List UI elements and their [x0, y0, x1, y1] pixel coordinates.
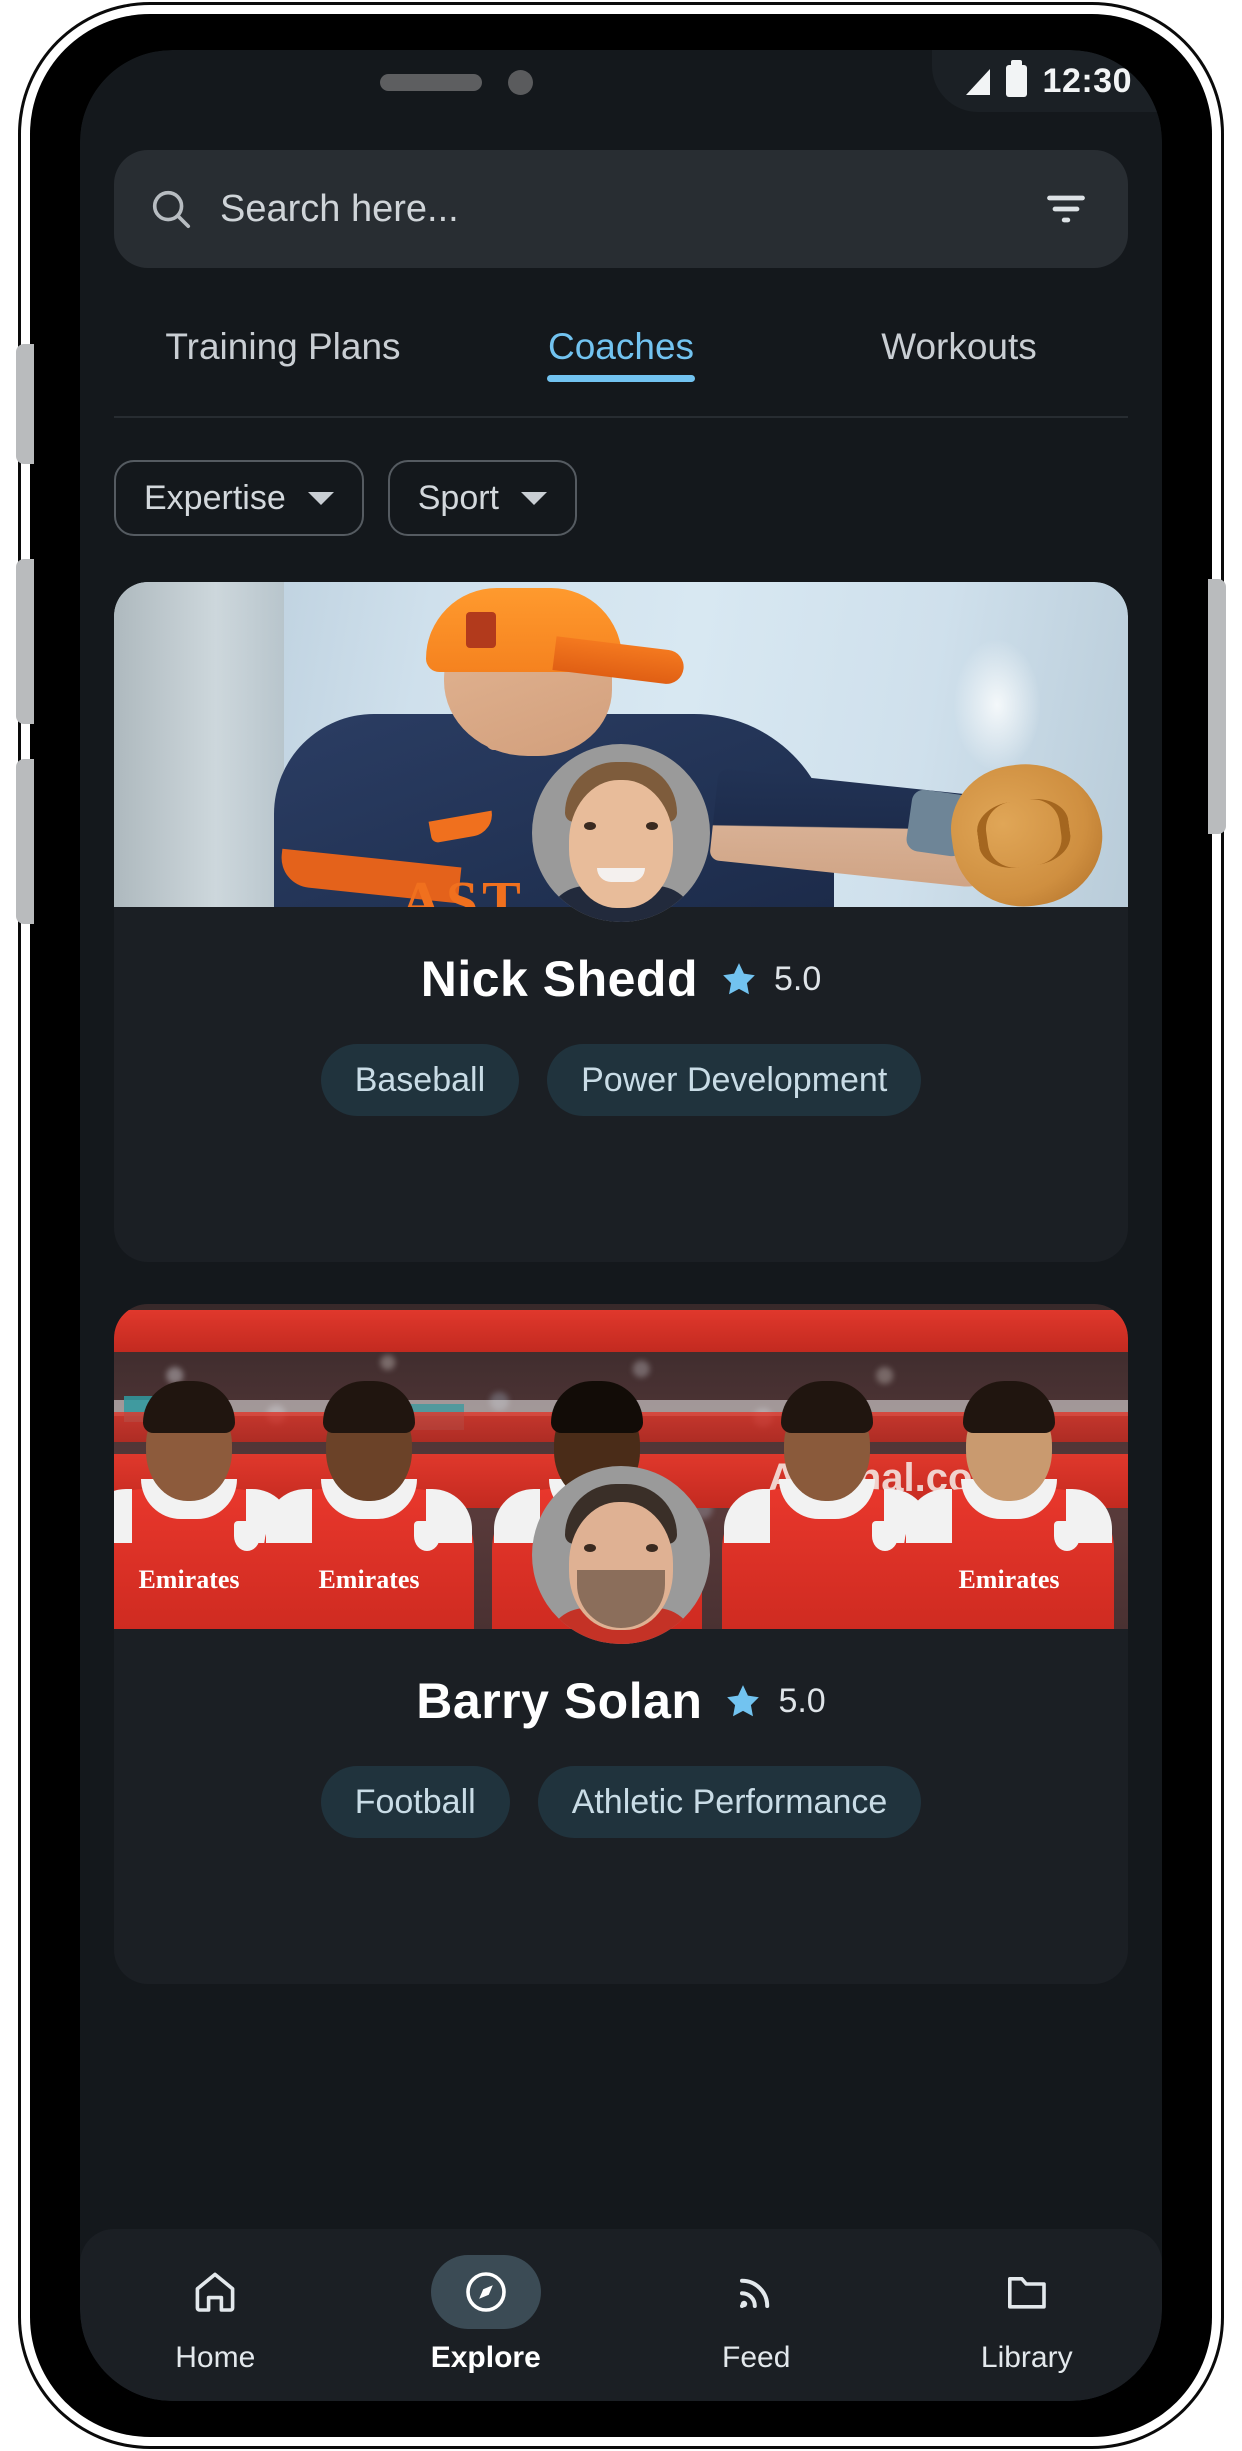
rss-icon	[740, 2278, 770, 2308]
filter-chip-expertise[interactable]: Expertise	[114, 460, 364, 536]
coach-name-row: Nick Shedd 5.0	[114, 950, 1128, 1008]
filter-chip-row: Expertise Sport	[114, 460, 577, 536]
earpiece-speaker	[380, 74, 482, 91]
coach-rating: 5.0	[778, 1681, 826, 1720]
tab-bar: Training Plans Coaches Workouts	[114, 320, 1128, 418]
filter-chip-sport-label: Sport	[417, 478, 499, 517]
filter-icon[interactable]	[1044, 192, 1088, 226]
signal-triangle-icon	[965, 69, 990, 95]
folder-icon	[1007, 2277, 1046, 2309]
coach-card[interactable]: AST Nick Shedd 5.0 Baseball Power Develo…	[114, 582, 1128, 1262]
coach-tag-row: Baseball Power Development	[114, 1044, 1128, 1116]
scroll-container[interactable]: Training Plans Coaches Workouts Expertis…	[80, 112, 1162, 2401]
nav-item-library[interactable]: Library	[892, 2255, 1163, 2375]
star-icon	[723, 963, 755, 995]
phone-screen: 12:30 Search here... Training Plans Coac…	[80, 50, 1162, 2401]
coach-tag-row: Football Athletic Performance	[114, 1766, 1128, 1838]
coach-card[interactable]: Arsenal.com Emirates Emirates Emirates B…	[114, 1304, 1128, 1984]
coach-name-row: Barry Solan 5.0	[114, 1672, 1128, 1730]
coach-tag[interactable]: Football	[320, 1766, 510, 1838]
app-root: 12:30 Search here... Training Plans Coac…	[80, 50, 1162, 2401]
avatar	[532, 744, 710, 922]
front-camera	[508, 70, 533, 95]
search-icon	[152, 190, 191, 229]
nav-item-library-label: Library	[980, 2341, 1073, 2374]
filter-chip-expertise-label: Expertise	[144, 478, 286, 517]
tab-coaches[interactable]: Coaches	[452, 320, 790, 368]
coach-name: Barry Solan	[416, 1673, 703, 1729]
filter-chip-sport[interactable]: Sport	[387, 460, 577, 536]
compass-icon	[465, 2272, 506, 2312]
nav-item-home[interactable]: Home	[80, 2255, 351, 2375]
coach-rating: 5.0	[774, 959, 822, 998]
tab-training-plans[interactable]: Training Plans	[114, 320, 452, 368]
phone-volume-up-button[interactable]	[16, 559, 34, 724]
phone-power-button[interactable]	[1208, 579, 1226, 834]
phone-silent-switch[interactable]	[16, 344, 34, 464]
chevron-down-icon	[521, 491, 547, 505]
home-icon	[195, 2272, 235, 2312]
coach-name: Nick Shedd	[420, 951, 699, 1007]
nav-item-home-label: Home	[175, 2341, 256, 2374]
coach-tag[interactable]: Power Development	[547, 1044, 922, 1116]
phone-frame: 12:30 Search here... Training Plans Coac…	[16, 14, 1226, 2437]
search-bar[interactable]	[114, 150, 1128, 268]
status-bar-time: 12:30	[1042, 62, 1132, 100]
status-bar: 12:30	[931, 50, 1162, 112]
avatar	[532, 1466, 710, 1644]
star-icon	[727, 1685, 760, 1717]
search-input[interactable]	[194, 186, 1044, 232]
bottom-navigation-bar: Home Explore Feed Library	[80, 2229, 1162, 2401]
phone-volume-down-button[interactable]	[16, 759, 34, 924]
nav-item-feed-label: Feed	[722, 2341, 791, 2374]
nav-item-explore[interactable]: Explore	[351, 2255, 622, 2375]
battery-full-icon	[1005, 60, 1027, 97]
coach-tag[interactable]: Athletic Performance	[537, 1766, 922, 1838]
tab-workouts[interactable]: Workouts	[790, 320, 1128, 368]
coach-tag[interactable]: Baseball	[320, 1044, 520, 1116]
screenshot-root: 12:30 Search here... Training Plans Coac…	[0, 0, 1242, 2451]
nav-item-feed[interactable]: Feed	[621, 2255, 892, 2375]
chevron-down-icon	[307, 491, 334, 505]
nav-item-explore-label: Explore	[430, 2341, 541, 2374]
